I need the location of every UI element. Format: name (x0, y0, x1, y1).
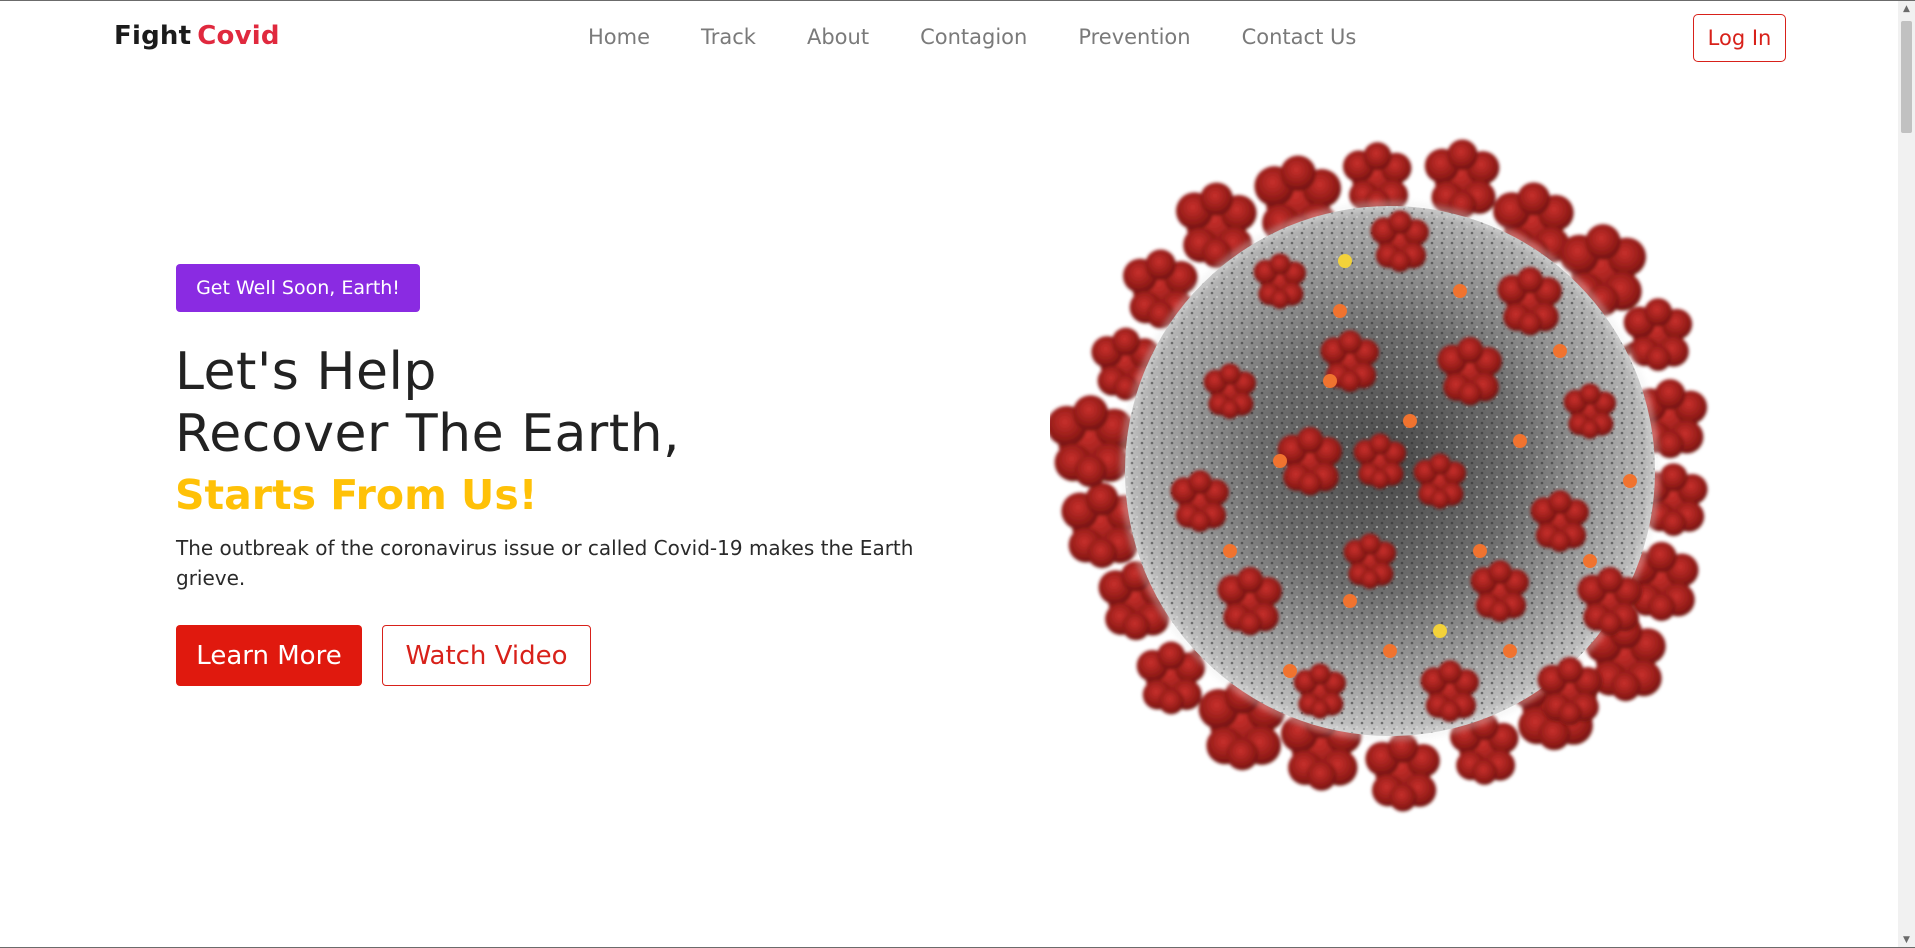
scroll-down-arrow-icon[interactable]: ▼ (1898, 932, 1915, 947)
page: Fight Covid Home Track About Contagion Pr… (0, 0, 1915, 948)
nav-about[interactable]: About (807, 25, 869, 49)
scrollbar-thumb[interactable] (1901, 21, 1912, 133)
nav-home[interactable]: Home (588, 25, 650, 49)
nav-links: Home Track About Contagion Prevention Co… (588, 25, 1407, 49)
vertical-scrollbar[interactable]: ▲ ▼ (1898, 1, 1915, 947)
nav-track[interactable]: Track (701, 25, 756, 49)
headline-line-2: Recover The Earth, (175, 404, 681, 464)
nav-contact-us[interactable]: Contact Us (1242, 25, 1357, 49)
scroll-up-arrow-icon[interactable]: ▲ (1898, 1, 1915, 18)
nav-prevention[interactable]: Prevention (1078, 25, 1190, 49)
navbar: Fight Covid Home Track About Contagion Pr… (0, 1, 1898, 75)
watch-video-button[interactable]: Watch Video (382, 625, 591, 686)
nav-contagion[interactable]: Contagion (920, 25, 1027, 49)
coronavirus-illustration-icon (1050, 139, 1708, 812)
brand-second-word: Covid (197, 21, 280, 51)
hero-badge: Get Well Soon, Earth! (176, 264, 420, 312)
hero-subheadline: Starts From Us! (175, 471, 538, 519)
brand-logo[interactable]: Fight Covid (114, 21, 280, 51)
headline-line-1: Let's Help (175, 342, 437, 402)
hero-headline: Let's Help Recover The Earth, (175, 341, 680, 465)
brand-first-word: Fight (114, 21, 192, 51)
learn-more-button[interactable]: Learn More (176, 625, 362, 686)
login-button[interactable]: Log In (1693, 14, 1786, 62)
hero-description: The outbreak of the coronavirus issue or… (176, 536, 914, 590)
